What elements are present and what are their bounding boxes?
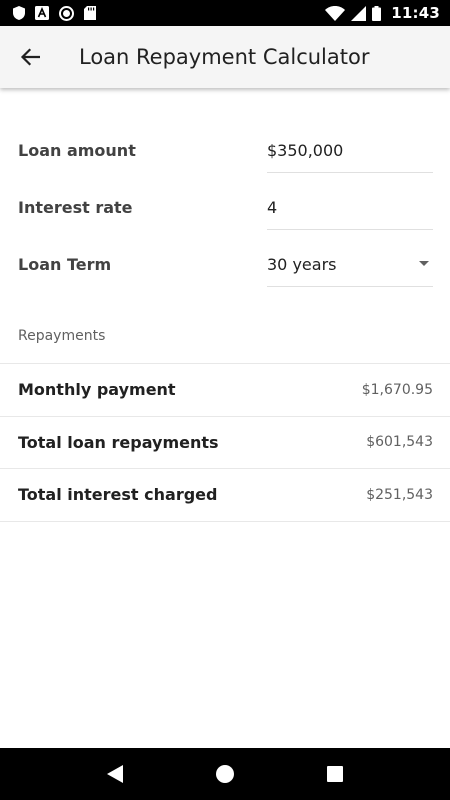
loan-form: Loan amount Interest rate Loan Term 30 y… [0,122,450,293]
dropdown-arrow-icon [419,261,429,266]
status-time: 11:43 [391,4,440,22]
list-item: Monthly payment $1,670.95 [0,364,450,417]
navigation-bar [0,748,450,800]
interest-rate-label: Interest rate [18,198,133,217]
font-a-icon [35,6,49,20]
loan-term-label: Loan Term [18,255,112,274]
total-loan-repayments-label: Total loan repayments [18,432,219,452]
total-interest-charged-label: Total interest charged [18,485,218,505]
page-title: Loan Repayment Calculator [79,45,370,69]
sd-card-icon [84,6,96,20]
monthly-payment-label: Monthly payment [18,380,176,400]
interest-rate-input[interactable] [267,198,433,217]
battery-icon [372,5,382,21]
loan-amount-label: Loan amount [18,141,136,160]
loan-amount-input[interactable] [267,141,433,160]
nav-recents-icon [327,766,343,782]
nav-recents-button[interactable] [315,754,355,794]
loan-term-row: Loan Term 30 years [0,236,450,293]
status-right-icons: 11:43 [325,4,440,22]
interest-rate-field-wrapper [267,186,433,230]
wifi-icon [325,5,346,21]
interest-rate-row: Interest rate [0,179,450,236]
app-bar: Loan Repayment Calculator [0,26,450,88]
back-button[interactable] [0,26,60,88]
total-interest-charged-value: $251,543 [366,486,433,503]
nav-home-button[interactable] [205,754,245,794]
app-screen: 11:43 Loan Repayment Calculator Loan amo… [0,0,450,800]
loan-term-value: 30 years [267,255,337,274]
total-loan-repayments-value: $601,543 [366,434,433,451]
nav-back-icon [107,765,123,783]
repayments-header: Repayments [18,328,106,344]
loan-amount-row: Loan amount [0,122,450,179]
signal-icon [351,5,367,21]
status-left-icons [13,5,96,21]
list-item: Total interest charged $251,543 [0,469,450,522]
monthly-payment-value: $1,670.95 [361,381,433,398]
circle-record-icon [59,5,74,21]
repayments-list: Monthly payment $1,670.95 Total loan rep… [0,363,450,522]
loan-term-select[interactable]: 30 years [267,243,433,287]
status-bar: 11:43 [0,0,450,26]
shield-icon [13,6,25,20]
loan-amount-field-wrapper [267,129,433,173]
arrow-left-icon [20,48,40,66]
list-item: Total loan repayments $601,543 [0,417,450,469]
nav-home-icon [216,765,234,783]
nav-back-button[interactable] [95,754,135,794]
